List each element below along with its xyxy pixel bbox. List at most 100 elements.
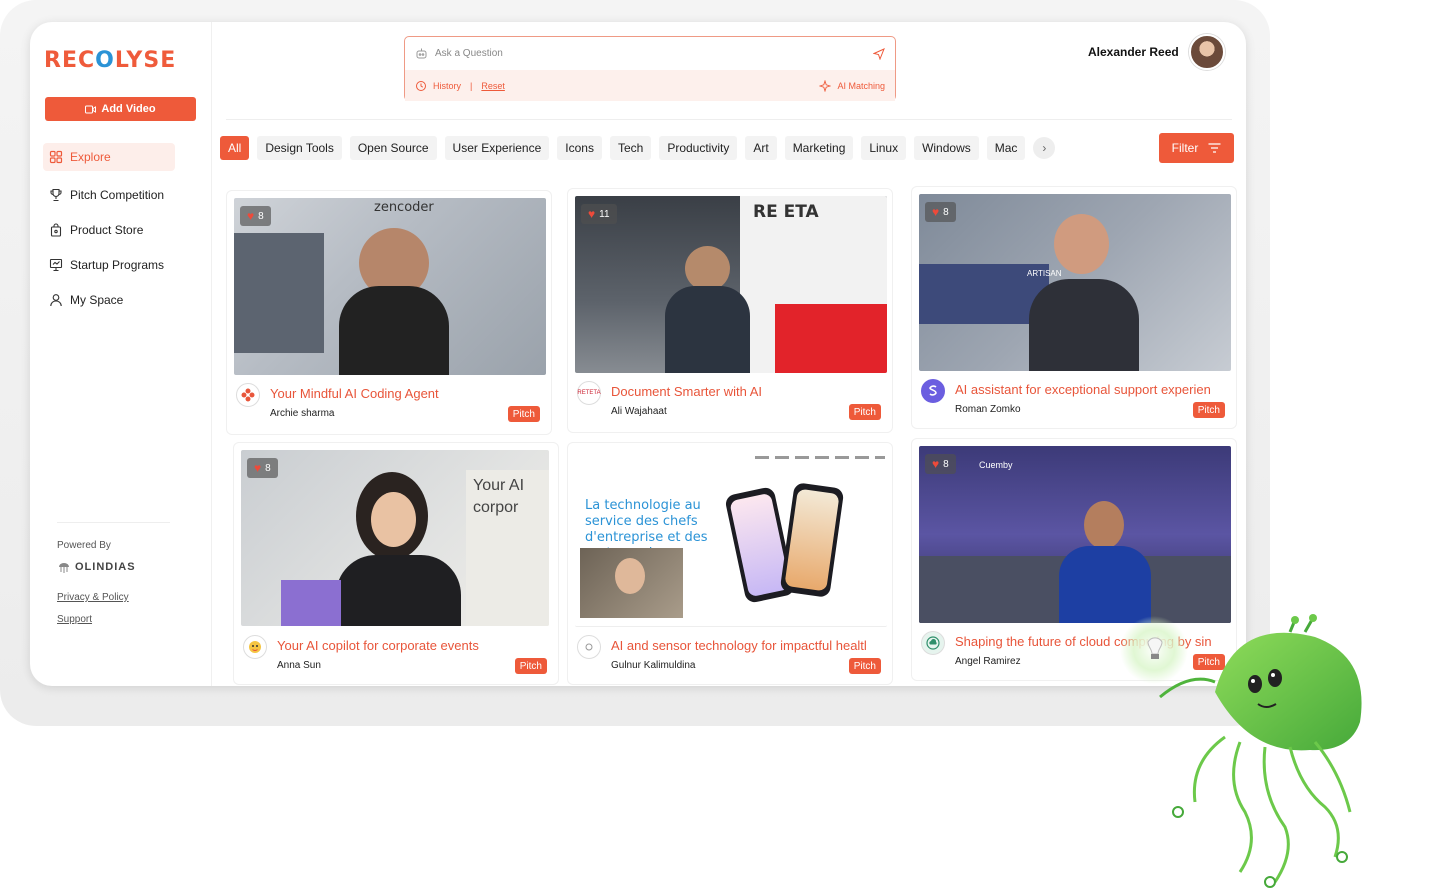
- video-camera-icon: [85, 105, 97, 113]
- ask-input-row[interactable]: Ask a Question: [405, 37, 895, 70]
- tag-linux[interactable]: Linux: [861, 136, 907, 160]
- user-profile[interactable]: Alexander Reed: [1088, 34, 1225, 70]
- pitch-badge[interactable]: Pitch: [848, 658, 881, 674]
- tag-art[interactable]: Art: [745, 136, 777, 160]
- logo[interactable]: RECOLYSE: [44, 48, 176, 73]
- video-thumbnail[interactable]: RE ETA ♥ 11: [575, 196, 887, 373]
- logo-part: LYSE: [114, 48, 177, 73]
- card-author: Archie sharma: [270, 408, 335, 419]
- card-author: Roman Zomko: [955, 404, 1021, 415]
- sparkle-icon: [819, 79, 832, 92]
- tag-windows[interactable]: Windows: [914, 136, 979, 160]
- video-card[interactable]: ARTISAN ♥ 8 AI assistant for exceptional …: [911, 186, 1237, 429]
- sidebar-item-label: My Space: [70, 293, 124, 307]
- tag-icons[interactable]: Icons: [557, 136, 602, 160]
- video-thumbnail[interactable]: La technologie au service des chefs d'en…: [575, 450, 887, 627]
- tag-productivity[interactable]: Productivity: [659, 136, 738, 160]
- like-badge[interactable]: ♥ 8: [925, 454, 956, 474]
- card-title[interactable]: Your Mindful AI Coding Agent: [270, 386, 540, 401]
- like-badge[interactable]: ♥ 8: [240, 206, 271, 226]
- trophy-icon: [50, 188, 62, 202]
- app-window: RECOLYSE Add Video Explore Pitch Competi…: [30, 22, 1246, 686]
- thumbnail-text: Cuemby: [979, 460, 1013, 470]
- filter-button[interactable]: Filter: [1159, 133, 1234, 163]
- pitch-badge[interactable]: Pitch: [514, 658, 547, 674]
- privacy-policy-link[interactable]: Privacy & Policy: [57, 592, 129, 603]
- sidebar-item-startup-programs[interactable]: Startup Programs: [43, 251, 175, 279]
- sidebar-item-explore[interactable]: Explore: [43, 143, 175, 171]
- thumbnail-text: La technologie au service des chefs d'en…: [585, 498, 708, 550]
- send-icon[interactable]: [873, 47, 885, 60]
- like-count: 8: [265, 462, 271, 474]
- company-logo: [921, 379, 945, 403]
- sidebar-item-my-space[interactable]: My Space: [43, 286, 175, 314]
- chevron-right-icon[interactable]: ›: [1033, 137, 1056, 159]
- tag-tech[interactable]: Tech: [609, 136, 652, 160]
- card-title[interactable]: AI assistant for exceptional support exp…: [955, 382, 1225, 397]
- like-count: 8: [943, 206, 949, 218]
- pitch-badge[interactable]: Pitch: [507, 406, 540, 422]
- like-badge[interactable]: ♥ 8: [247, 458, 278, 478]
- video-card[interactable]: RE ETA ♥ 11 RETETA Document Smarter with …: [567, 188, 893, 433]
- heart-icon: ♥: [932, 457, 940, 471]
- card-title[interactable]: Document Smarter with AI: [611, 384, 881, 399]
- tag-marketing[interactable]: Marketing: [784, 136, 854, 160]
- ask-question-box: Ask a Question History | Reset AI Matchi…: [404, 36, 896, 101]
- company-logo: [577, 635, 601, 659]
- heart-icon: ♥: [932, 205, 940, 219]
- reset-button[interactable]: Reset: [481, 81, 505, 91]
- video-card[interactable]: Your AI corpor ♥ 8 Your AI copilot for co…: [233, 442, 559, 685]
- presentation-icon: [49, 258, 63, 272]
- ask-toolbar: History | Reset AI Matching: [405, 70, 895, 101]
- video-thumbnail[interactable]: ARTISAN ♥ 8: [919, 194, 1231, 371]
- divider: [57, 522, 170, 523]
- video-thumbnail[interactable]: Cuemby ♥ 8: [919, 446, 1231, 623]
- robot-icon: [416, 48, 427, 59]
- company-logo: RETETA: [577, 381, 601, 405]
- partner-logo[interactable]: OLINDIAS: [57, 560, 136, 574]
- like-badge[interactable]: ♥ 11: [581, 204, 617, 224]
- user-icon: [50, 294, 62, 307]
- video-card[interactable]: La technologie au service des chefs d'en…: [567, 442, 893, 685]
- like-count: 8: [258, 210, 264, 222]
- filter-lines-icon: [1208, 143, 1221, 153]
- tag-all[interactable]: All: [220, 136, 250, 160]
- tag-mac[interactable]: Mac: [986, 136, 1026, 160]
- sidebar: RECOLYSE Add Video Explore Pitch Competi…: [30, 22, 212, 686]
- card-title[interactable]: AI and sensor technology for impactful h…: [611, 638, 881, 653]
- company-logo: [236, 383, 260, 407]
- search-input[interactable]: Ask a Question: [435, 48, 866, 59]
- medical-dot-icon: [585, 643, 593, 651]
- add-video-button[interactable]: Add Video: [45, 97, 196, 121]
- grid-icon: [49, 150, 63, 164]
- sidebar-item-pitch-competition[interactable]: Pitch Competition: [43, 181, 175, 209]
- avatar[interactable]: [1188, 34, 1225, 70]
- pitch-badge[interactable]: Pitch: [848, 404, 881, 420]
- card-author: Anna Sun: [277, 660, 321, 671]
- video-card[interactable]: zencoder ♥ 8 Your Mindful AI Coding Agent…: [226, 190, 552, 435]
- ai-matching-button[interactable]: AI Matching: [837, 81, 885, 91]
- history-icon: [416, 80, 426, 91]
- tag-user-experience[interactable]: User Experience: [444, 136, 550, 160]
- like-badge[interactable]: ♥ 8: [925, 202, 956, 222]
- video-thumbnail[interactable]: zencoder ♥ 8: [234, 198, 546, 375]
- thumbnail-text: zencoder: [374, 200, 434, 215]
- video-thumbnail[interactable]: Your AI corpor ♥ 8: [241, 450, 549, 626]
- thumbnail-text: RE ETA: [753, 202, 819, 222]
- heart-icon: ♥: [247, 209, 255, 223]
- pitch-badge[interactable]: Pitch: [1192, 402, 1225, 418]
- tag-open-source[interactable]: Open Source: [349, 136, 437, 160]
- s-swirl-icon: [929, 385, 937, 396]
- company-logo: [921, 631, 945, 655]
- support-link[interactable]: Support: [57, 614, 92, 625]
- history-button[interactable]: History: [433, 81, 461, 91]
- tag-design-tools[interactable]: Design Tools: [257, 136, 342, 160]
- jellyfish-icon: [59, 563, 69, 573]
- like-count: 8: [943, 458, 949, 470]
- sidebar-item-product-store[interactable]: Product Store: [43, 216, 175, 244]
- card-title[interactable]: Your AI copilot for corporate events: [277, 638, 547, 653]
- sidebar-item-label: Startup Programs: [70, 258, 165, 272]
- jellyfish-mascot-icon: [1120, 614, 1362, 888]
- header-divider: [226, 119, 1232, 120]
- like-count: 11: [599, 208, 610, 220]
